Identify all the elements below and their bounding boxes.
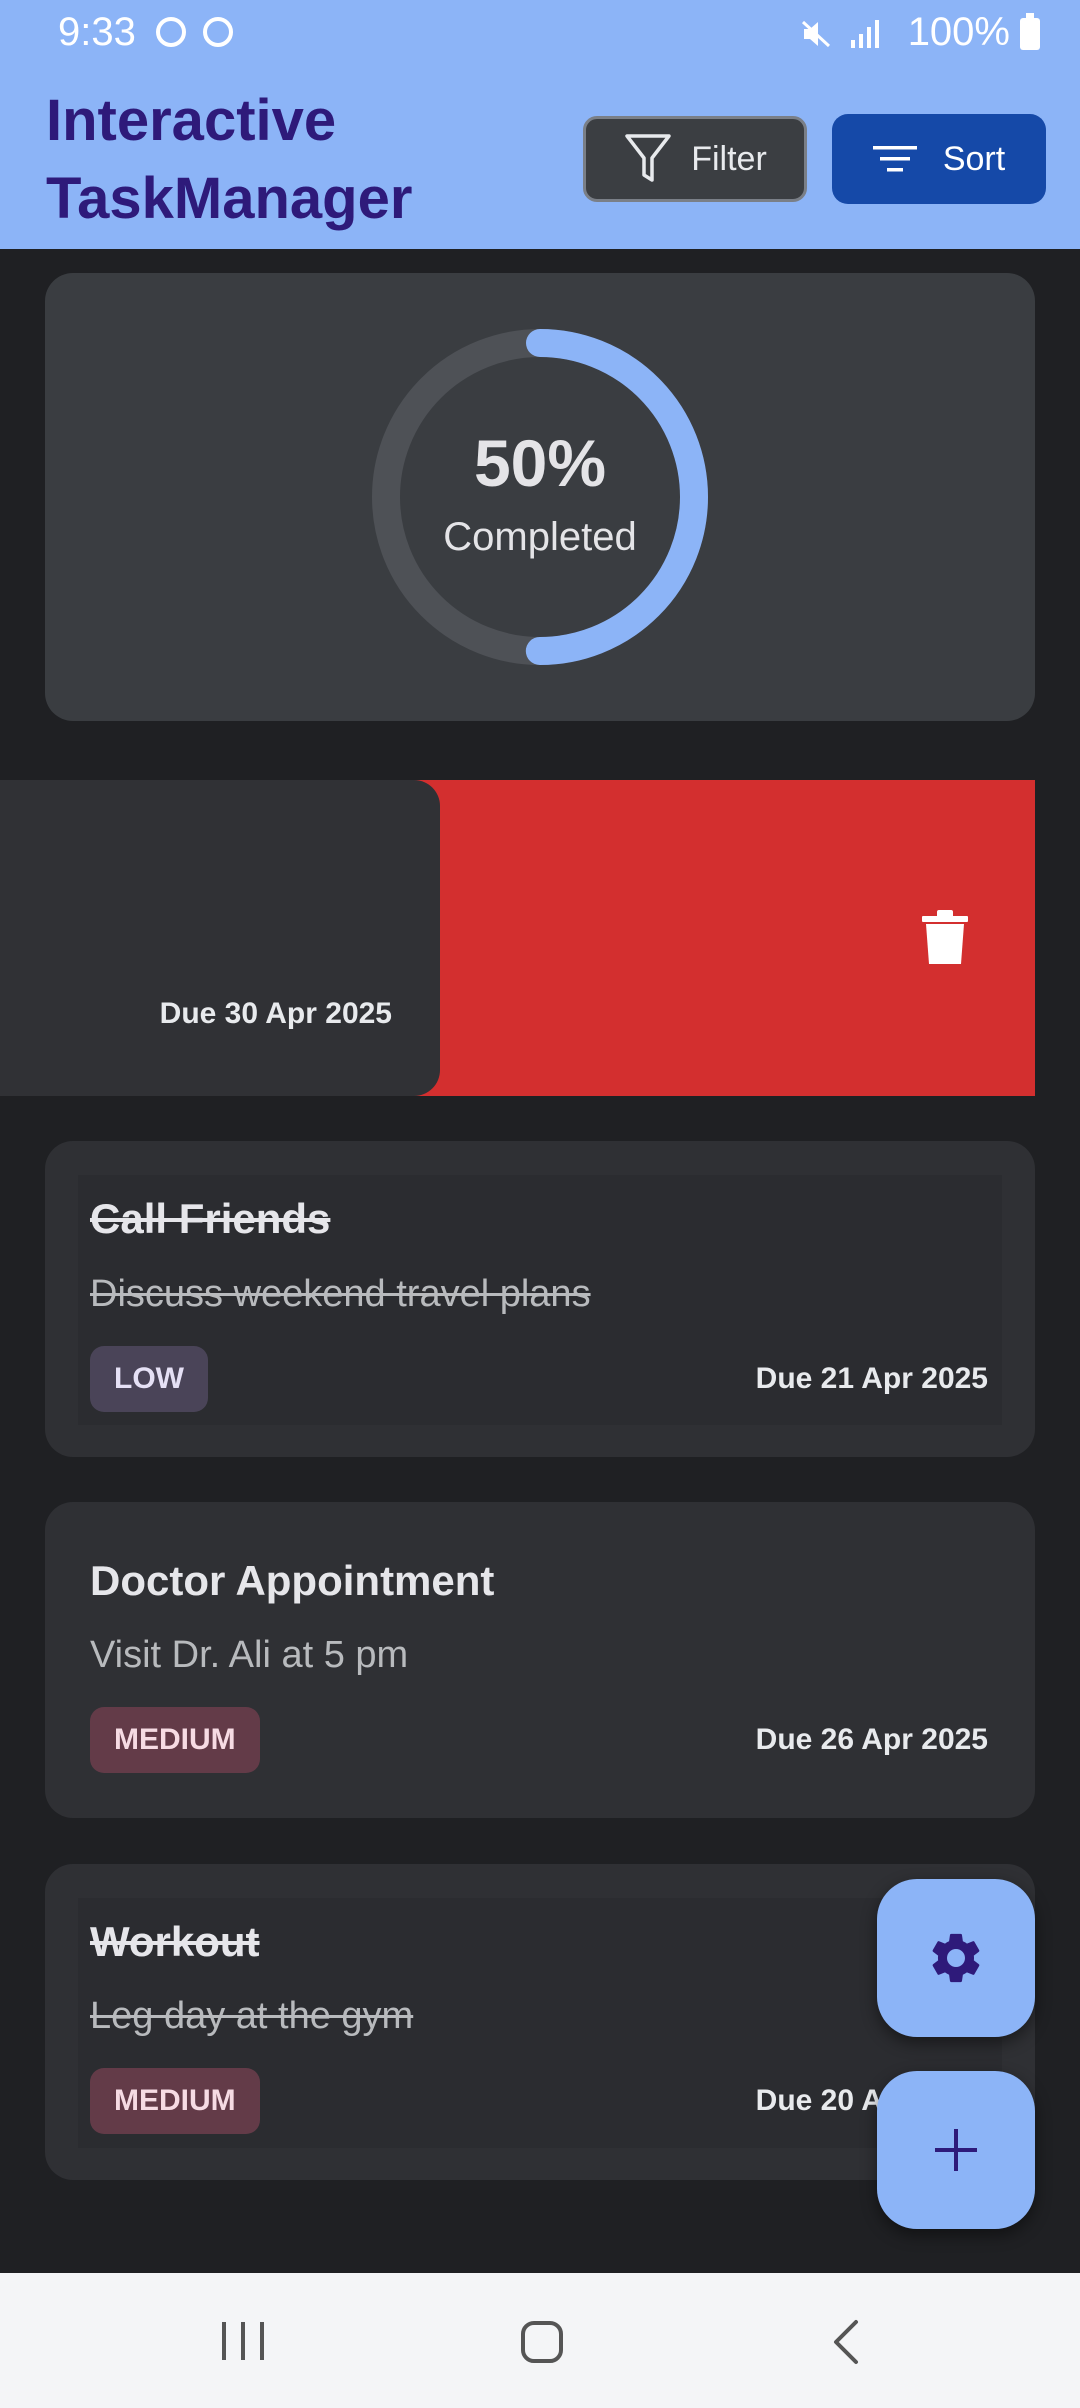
back-icon[interactable] <box>828 2318 864 2366</box>
settings-fab[interactable] <box>877 1879 1035 2037</box>
mute-icon <box>801 20 831 48</box>
sort-button[interactable]: Sort <box>832 114 1046 204</box>
sync-icon <box>156 17 186 47</box>
progress-label: Completed <box>443 515 637 559</box>
task-due-date: Due 21 Apr 2025 <box>755 1362 988 1395</box>
task-description: Leg day at the gym <box>90 1995 414 2037</box>
priority-badge: MEDIUM <box>90 1707 260 1773</box>
progress-percent: 50% <box>473 426 607 500</box>
task-description: Visit Dr. Ali at 5 pm <box>90 1634 409 1676</box>
priority-badge: LOW <box>90 1346 208 1412</box>
filter-button[interactable]: Filter <box>583 116 807 202</box>
battery-percent: 100% <box>907 10 1010 54</box>
battery-icon <box>1020 13 1040 50</box>
recent-apps-icon[interactable] <box>220 2320 266 2362</box>
task-description: Discuss weekend travel plans <box>90 1273 591 1315</box>
swiped-task-card[interactable] <box>0 780 440 1096</box>
task-title: Workout <box>90 1918 260 1965</box>
sort-label: Sort <box>942 139 1006 178</box>
trash-icon[interactable] <box>920 908 970 966</box>
sort-icon <box>872 146 917 172</box>
add-task-fab[interactable] <box>877 2071 1035 2229</box>
task-title: Call Friends <box>90 1195 331 1242</box>
filter-label: Filter <box>691 139 767 178</box>
app-title: Interactive TaskManager <box>46 88 413 231</box>
task-title: Doctor Appointment <box>90 1557 495 1604</box>
task-due-date: Due 26 Apr 2025 <box>755 1723 988 1756</box>
heart-icon <box>203 17 233 47</box>
task-due-date: Due 30 Apr 2025 <box>159 997 392 1030</box>
priority-badge: MEDIUM <box>90 2068 260 2134</box>
plus-icon <box>935 2129 977 2171</box>
signal-icon <box>851 20 879 48</box>
gear-icon <box>932 1933 980 1983</box>
status-time: 9:33 <box>58 10 136 54</box>
home-icon[interactable] <box>520 2320 564 2364</box>
filter-icon <box>625 134 671 182</box>
